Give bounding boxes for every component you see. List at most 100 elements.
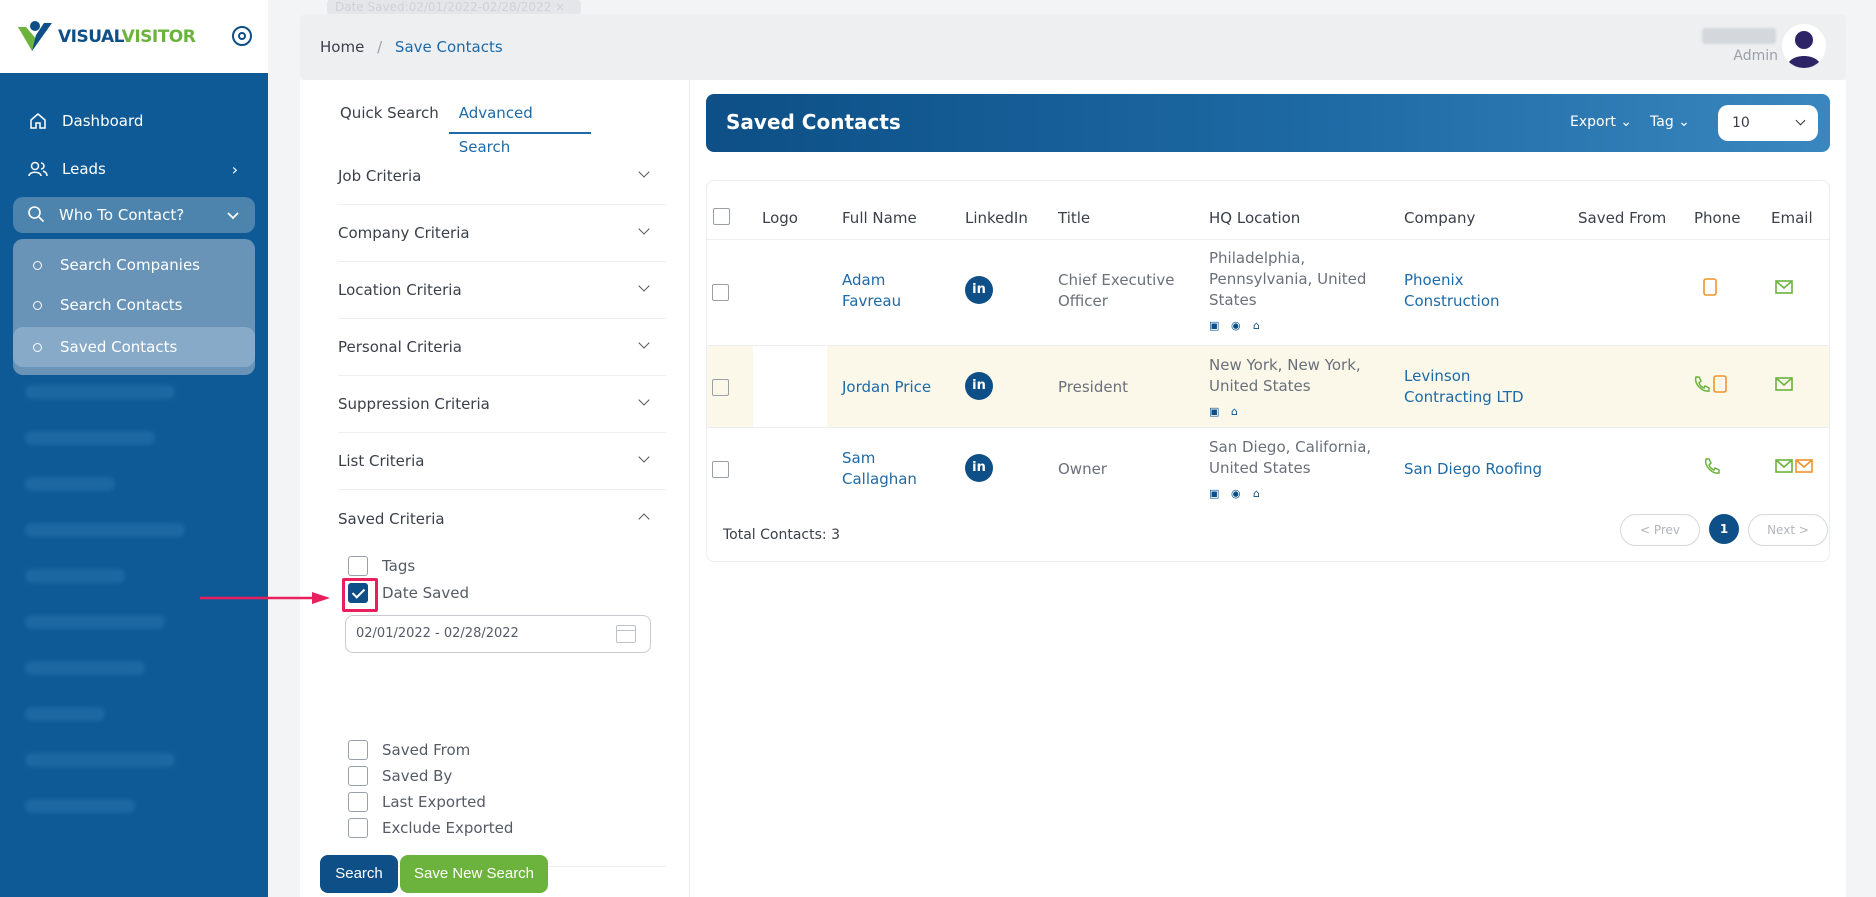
criteria-company[interactable]: Company Criteria bbox=[338, 205, 666, 262]
brand-bar: VISUALVISITOR bbox=[0, 0, 268, 73]
save-new-search-button[interactable]: Save New Search bbox=[400, 855, 548, 893]
row-checkbox[interactable] bbox=[712, 284, 729, 301]
phone-icon[interactable] bbox=[1703, 457, 1721, 475]
sidebar-item-label: Search Contacts bbox=[60, 296, 183, 314]
contact-title: Owner bbox=[1058, 460, 1107, 478]
row-checkbox[interactable] bbox=[712, 379, 729, 396]
nav-dashboard[interactable]: Dashboard bbox=[0, 97, 268, 145]
page-number-current[interactable]: 1 bbox=[1709, 514, 1739, 544]
criteria-list[interactable]: List Criteria bbox=[338, 433, 666, 490]
email-icon[interactable] bbox=[1775, 459, 1793, 473]
company-link[interactable]: Phoenix Construction bbox=[1404, 270, 1500, 312]
criteria-job[interactable]: Job Criteria bbox=[338, 148, 666, 205]
sidebar-item-saved-contacts[interactable]: Saved Contacts bbox=[13, 327, 255, 367]
page-size-select[interactable]: 10 bbox=[1718, 105, 1818, 141]
search-tabs: Quick Search Advanced Search bbox=[330, 96, 708, 156]
prev-page-button[interactable]: < Prev bbox=[1620, 514, 1700, 546]
tab-advanced-search[interactable]: Advanced Search bbox=[448, 96, 591, 156]
criteria-suppression[interactable]: Suppression Criteria bbox=[338, 376, 666, 433]
tag-dropdown[interactable]: Tag ⌄ bbox=[1650, 114, 1690, 130]
search-button[interactable]: Search bbox=[320, 855, 398, 893]
column-header-hq-location[interactable]: HQ Location bbox=[1209, 209, 1300, 227]
home-icon: ⌂ bbox=[1231, 405, 1238, 418]
criteria-personal[interactable]: Personal Criteria bbox=[338, 319, 666, 376]
sidebar-item-label: Saved Contacts bbox=[60, 338, 178, 356]
checkbox[interactable] bbox=[348, 792, 368, 812]
main-content: Quick Search Advanced Search Job Criteri… bbox=[300, 80, 1846, 897]
sidebar-item-search-contacts[interactable]: Search Contacts bbox=[13, 285, 255, 325]
phone-icon[interactable] bbox=[1693, 375, 1711, 393]
breadcrumb-current: Save Contacts bbox=[394, 38, 503, 56]
sidebar-item-search-companies[interactable]: Search Companies bbox=[13, 245, 255, 285]
saved-option-last-exported[interactable]: Last Exported bbox=[348, 792, 486, 812]
column-header-title[interactable]: Title bbox=[1058, 209, 1090, 227]
map-pin-icon: ◉ bbox=[1231, 319, 1241, 332]
saved-option-saved-from[interactable]: Saved From bbox=[348, 740, 470, 760]
chevron-down-icon: ⌄ bbox=[1678, 114, 1690, 130]
linkedin-icon[interactable]: in bbox=[965, 372, 993, 400]
tag-label: Tag bbox=[1650, 114, 1674, 130]
linkedin-icon[interactable]: in bbox=[965, 276, 993, 304]
company-link[interactable]: San Diego Roofing bbox=[1404, 459, 1542, 480]
row-checkbox[interactable] bbox=[712, 461, 729, 478]
contact-name-link[interactable]: Sam Callaghan bbox=[842, 448, 917, 490]
column-header-logo: Logo bbox=[762, 209, 798, 227]
nav-who-to-contact[interactable]: Who To Contact? bbox=[13, 197, 255, 233]
saved-option-saved-by[interactable]: Saved By bbox=[348, 766, 452, 786]
home-icon: ⌂ bbox=[1253, 487, 1260, 500]
building-icon: ▣ bbox=[1209, 405, 1220, 418]
mobile-phone-icon[interactable] bbox=[1713, 375, 1727, 393]
building-icon: ▣ bbox=[1209, 319, 1220, 332]
saved-option-tags[interactable]: Tags bbox=[348, 556, 415, 576]
chevron-down-icon bbox=[638, 337, 650, 349]
chevron-right-icon: › bbox=[231, 159, 238, 179]
checkbox[interactable] bbox=[348, 556, 368, 576]
criteria-label: Location Criteria bbox=[338, 281, 462, 299]
email-icon[interactable] bbox=[1775, 377, 1793, 391]
search-icon bbox=[27, 205, 47, 225]
bullet-icon bbox=[33, 260, 42, 270]
column-header-full-name[interactable]: Full Name bbox=[842, 209, 917, 227]
contact-name-link[interactable]: Adam Favreau bbox=[842, 270, 901, 312]
hq-location: San Diego, California, United States ▣ ◉ ⌂ bbox=[1209, 438, 1372, 500]
contact-title: President bbox=[1058, 378, 1128, 396]
target-icon[interactable] bbox=[232, 26, 252, 46]
logo-icon bbox=[18, 20, 52, 51]
calendar-icon[interactable] bbox=[616, 625, 636, 643]
user-name-blurred bbox=[1702, 28, 1776, 44]
brand-logo-text: VISUALVISITOR bbox=[58, 26, 196, 47]
breadcrumb-home[interactable]: Home bbox=[320, 38, 364, 56]
mobile-phone-icon[interactable] bbox=[1703, 278, 1717, 296]
checkbox[interactable] bbox=[348, 740, 368, 760]
option-label: Last Exported bbox=[382, 793, 486, 811]
chevron-down-icon bbox=[638, 166, 650, 178]
contact-name-link[interactable]: Jordan Price bbox=[842, 377, 931, 398]
checkbox[interactable] bbox=[348, 818, 368, 838]
criteria-location[interactable]: Location Criteria bbox=[338, 262, 666, 319]
date-range-input[interactable]: 02/01/2022 - 02/28/2022 bbox=[345, 615, 651, 653]
page-size-value: 10 bbox=[1732, 115, 1750, 131]
criteria-label: Company Criteria bbox=[338, 224, 470, 242]
linkedin-icon[interactable]: in bbox=[965, 454, 993, 482]
select-all-checkbox[interactable] bbox=[713, 208, 730, 225]
annotation-arrow-icon bbox=[200, 592, 330, 604]
avatar[interactable] bbox=[1782, 24, 1826, 68]
criteria-label: Saved Criteria bbox=[338, 509, 445, 528]
email-secondary-icon[interactable] bbox=[1795, 459, 1813, 473]
next-page-button[interactable]: Next > bbox=[1748, 514, 1828, 546]
chevron-down-icon bbox=[638, 451, 650, 463]
nav-leads[interactable]: Leads › bbox=[0, 145, 268, 193]
saved-option-exclude-exported[interactable]: Exclude Exported bbox=[348, 818, 513, 838]
column-header-email: Email bbox=[1771, 209, 1813, 227]
export-label: Export bbox=[1570, 114, 1616, 130]
bullet-icon bbox=[33, 342, 42, 352]
company-link[interactable]: Levinson Contracting LTD bbox=[1404, 366, 1524, 408]
email-icon[interactable] bbox=[1775, 280, 1793, 294]
checkbox[interactable] bbox=[348, 766, 368, 786]
contacts-table: Logo Full Name LinkedIn Title HQ Locatio… bbox=[706, 180, 1830, 562]
criteria-saved[interactable]: Saved Criteria bbox=[338, 490, 666, 547]
chevron-up-icon bbox=[638, 513, 650, 525]
column-header-company[interactable]: Company bbox=[1404, 209, 1475, 227]
tab-quick-search[interactable]: Quick Search bbox=[330, 96, 449, 134]
export-dropdown[interactable]: Export ⌄ bbox=[1570, 114, 1632, 130]
